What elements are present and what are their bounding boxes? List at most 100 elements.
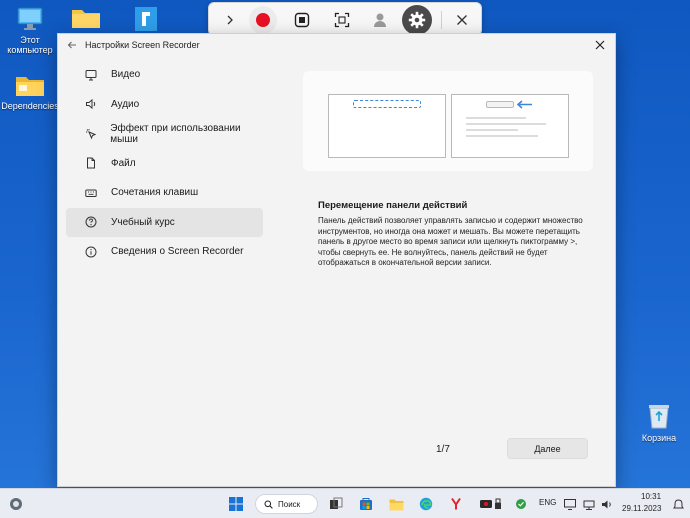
- gear-icon: [408, 11, 426, 29]
- monitor-icon: [84, 68, 98, 82]
- windows-icon: [229, 497, 243, 511]
- record-icon: [256, 13, 270, 27]
- webcam-button[interactable]: [367, 7, 393, 33]
- notifications-button[interactable]: [670, 494, 686, 514]
- question-icon: [84, 215, 98, 229]
- close-icon: [595, 40, 605, 50]
- nav-item-label: Аудио: [111, 98, 140, 110]
- illustration-line: [466, 117, 526, 119]
- nav-item-label: Учебный курс: [111, 216, 175, 228]
- widgets-icon: [10, 498, 22, 510]
- toolbar-divider: [441, 11, 442, 29]
- back-button[interactable]: [66, 38, 78, 52]
- chevron-right-icon: [227, 15, 233, 25]
- close-icon: [457, 15, 467, 25]
- taskbar: Поиск ENG 10:31 29.11.2023: [0, 488, 690, 518]
- window-close-button[interactable]: [591, 36, 609, 54]
- clock-time[interactable]: 10:31: [641, 492, 661, 501]
- taskbar-yandex-button[interactable]: [446, 494, 466, 514]
- capture-region-button[interactable]: [329, 7, 355, 33]
- arrow-left-icon: [67, 41, 76, 49]
- settings-window: Настройки Screen Recorder Видео Аудио Эф…: [57, 33, 616, 487]
- collapse-toolbar-button[interactable]: [217, 7, 243, 33]
- illustration-toolbar: [353, 100, 421, 108]
- nav-item-file[interactable]: Файл: [66, 149, 263, 179]
- folder-icon: [389, 499, 403, 510]
- edge-icon: [419, 497, 433, 511]
- language-indicator[interactable]: ENG: [539, 498, 556, 507]
- illustration-line: [466, 135, 538, 137]
- search-label: Поиск: [278, 499, 301, 509]
- settings-button[interactable]: [402, 5, 432, 35]
- task-view-icon: [330, 497, 343, 509]
- window-titlebar: Настройки Screen Recorder: [58, 34, 615, 56]
- usb-icon: [495, 498, 501, 509]
- desktop-icon-label: Корзина: [641, 433, 677, 443]
- pager-indicator: 1/7: [436, 444, 450, 455]
- next-button[interactable]: Далее: [507, 438, 588, 459]
- desktop-icon-this-pc[interactable]: Этот компьютер: [0, 6, 60, 55]
- capture-region-icon: [334, 12, 350, 28]
- start-button[interactable]: [225, 494, 247, 514]
- folder-icon: [16, 77, 44, 96]
- desktop-icon-label: Dependencies: [1, 101, 59, 111]
- taskbar-store-button[interactable]: [356, 494, 376, 514]
- yandex-browser-icon: [451, 497, 461, 510]
- desktop-icon-dependencies[interactable]: Dependencies: [0, 74, 60, 111]
- stop-button[interactable]: [289, 7, 315, 33]
- monitor-icon: [17, 7, 43, 30]
- shield-icon: [516, 499, 526, 509]
- speaker-icon: [84, 97, 98, 111]
- stop-icon: [294, 12, 310, 28]
- nav-item-label: Сочетания клавиш: [111, 187, 199, 199]
- taskbar-search[interactable]: Поиск: [255, 494, 318, 514]
- file-icon: [84, 156, 98, 170]
- cursor-click-icon: [84, 127, 97, 141]
- desktop-icon-label: Этот компьютер: [7, 35, 53, 55]
- volume-tray-icon[interactable]: [600, 494, 614, 514]
- security-tray-icon[interactable]: [514, 494, 528, 514]
- desktop-icon-recycle-bin[interactable]: Корзина: [629, 402, 689, 443]
- taskbar-explorer-button[interactable]: [386, 494, 406, 514]
- nav-item-shortcuts[interactable]: Сочетания клавиш: [66, 178, 263, 208]
- tutorial-heading: Перемещение панели действий: [318, 200, 468, 211]
- nav-item-mouse-effect[interactable]: Эффект при использовании мыши: [66, 119, 263, 149]
- task-view-button[interactable]: [326, 494, 346, 514]
- usb-tray-icon[interactable]: [492, 494, 504, 514]
- record-button[interactable]: [249, 6, 277, 34]
- network-icon: [583, 500, 595, 510]
- monitor-icon: [564, 498, 576, 510]
- desktop-icon-app[interactable]: [116, 6, 176, 35]
- illustration-screen-before: [328, 94, 446, 158]
- network-tray-icon[interactable]: [582, 494, 596, 514]
- nav-item-video[interactable]: Видео: [66, 60, 263, 90]
- clock-date[interactable]: 29.11.2023: [622, 504, 661, 513]
- taskbar-edge-button[interactable]: [416, 494, 436, 514]
- app-shortcut-icon: [135, 7, 157, 31]
- tutorial-illustration: [303, 71, 593, 171]
- info-icon: [84, 245, 98, 259]
- nav-item-label: Эффект при использовании мыши: [110, 122, 241, 145]
- widgets-button[interactable]: [6, 494, 26, 514]
- nav-item-audio[interactable]: Аудио: [66, 90, 263, 120]
- store-icon: [360, 498, 372, 510]
- screen-recorder-icon: [480, 500, 492, 508]
- close-toolbar-button[interactable]: [449, 7, 475, 33]
- tutorial-description: Панель действий позволяет управлять запи…: [318, 216, 583, 268]
- keyboard-icon: [84, 186, 98, 200]
- nav-item-tutorial[interactable]: Учебный курс: [66, 207, 263, 237]
- recorder-toolbar[interactable]: [208, 2, 482, 36]
- speaker-icon: [602, 500, 611, 508]
- illustration-line: [466, 129, 518, 131]
- arrow-left-icon: [516, 100, 532, 109]
- nav-item-about[interactable]: Сведения о Screen Recorder: [66, 237, 263, 267]
- nav-item-label: Сведения о Screen Recorder: [111, 246, 244, 258]
- recycle-bin-icon: [649, 405, 669, 429]
- nav-item-label: Видео: [111, 69, 141, 81]
- window-title: Настройки Screen Recorder: [85, 40, 200, 50]
- illustration-line: [466, 123, 546, 125]
- notification-icon: [672, 498, 684, 508]
- settings-nav: Видео Аудио Эффект при использовании мыш…: [66, 60, 263, 267]
- screen-tray-icon[interactable]: [563, 494, 577, 514]
- desktop-icon-folder[interactable]: [56, 6, 116, 33]
